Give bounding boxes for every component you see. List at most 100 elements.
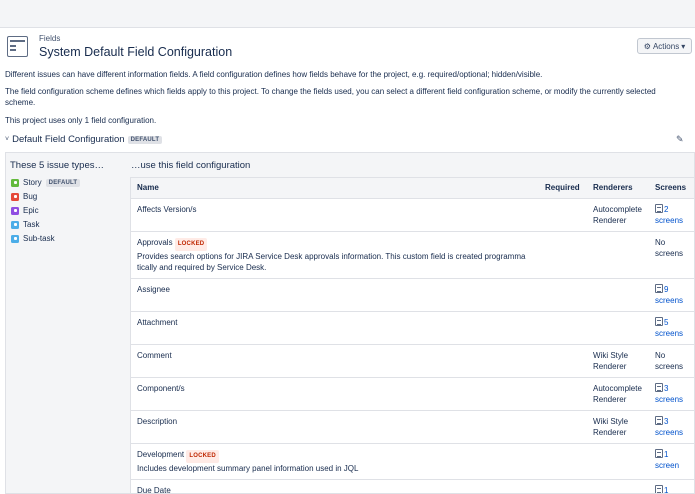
required-cell [539,344,587,378]
table-row: Due Date 1 [131,479,694,494]
required-cell [539,198,587,232]
default-badge: DEFAULT [45,178,81,187]
issue-type-icon [11,206,19,215]
table-row: Approvals LOCKED Provides search options … [131,231,694,279]
page-title: System Default Field Configuration [39,45,233,59]
gear-icon: ⚙ [643,41,651,51]
screens-link[interactable]: 1 screen [655,448,680,470]
screens-count: 3 [664,383,669,393]
table-row: Description Wiki Style Renderer 3 screens [131,410,694,444]
table-row: Attachment 5 screens [131,311,694,345]
screens-cell: No screens [649,344,694,378]
renderer-cell: Wiki Style Renderer [587,410,649,444]
screens-count: 1 [664,485,669,494]
fields-table: Name Required Renderers Screens Affects … [130,177,695,494]
screens-link[interactable]: 1 [655,484,669,494]
field-name: Description [137,416,178,426]
required-cell [539,278,587,312]
screen-icon [655,415,663,425]
top-navigation-bar [0,0,695,28]
field-name-cell: Development LOCKED Includes development s… [131,443,539,480]
field-name-cell: Attachment [131,311,539,345]
column-header-screens: Screens [649,178,694,199]
screens-count: 5 [664,317,669,327]
field-name-cell: Due Date [131,479,539,494]
screens-cell: 1 [649,479,694,494]
field-description: Provides search options for JIRA Service… [137,251,526,272]
screens-count: 9 [664,284,669,294]
issue-type-label: Sub-task [23,234,55,243]
field-description: Includes development summary panel infor… [137,463,359,473]
issue-type-label: Bug [23,192,38,201]
screens-word: screens [655,427,684,437]
screens-link[interactable]: 3 screens [655,382,684,404]
config-heading: …use this field configuration [131,160,251,171]
actions-dropdown-button[interactable]: ⚙ Actions ▾ [637,38,692,54]
renderer-cell: Wiki Style Renderer [587,344,649,378]
table-row: Development LOCKED Includes development s… [131,443,694,480]
required-cell [539,443,587,480]
field-name-cell: Affects Version/s [131,198,539,232]
table-row: Assignee 9 screens [131,278,694,312]
renderer-cell [587,443,649,480]
screens-link[interactable]: 3 screens [655,415,684,437]
screens-link[interactable]: 2 screens [655,203,684,225]
screens-word: screens [655,295,684,305]
description-text: This project uses only 1 field configura… [5,116,157,125]
issue-type-item: Bug [11,192,37,201]
screen-icon [655,484,663,493]
issue-type-item: Epic [11,206,39,215]
field-configuration-icon [7,36,28,57]
no-screens-text: No screens [655,350,684,371]
chevron-down-icon: ˅ [5,136,10,143]
field-name: Assignee [137,284,170,294]
screens-link[interactable]: 9 screens [655,283,684,305]
required-cell [539,311,587,345]
column-header-name: Name [131,178,539,199]
issue-types-heading: These 5 issue types… [10,160,104,171]
screen-icon [655,382,663,392]
renderer-cell [587,231,649,279]
issue-type-item: Task [11,220,39,229]
screens-cell: 3 screens [649,377,694,411]
column-header-required: Required [539,178,587,199]
screens-word: screens [655,394,684,404]
column-header-renderers: Renderers [587,178,649,199]
field-name: Comment [137,350,172,360]
issue-type-label: Task [23,220,40,229]
description-text: The field configuration scheme defines w… [5,87,656,107]
field-configuration-toggle[interactable]: ˅ Default Field Configuration DEFAULT [5,134,163,145]
field-name: Due Date [137,485,171,494]
issue-type-icon [11,192,19,201]
field-name-cell: Description [131,410,539,444]
breadcrumb[interactable]: Fields [39,34,60,43]
issue-type-label: Epic [23,206,39,215]
issue-type-item: Sub-task [11,234,55,243]
renderer-cell [587,311,649,345]
screens-word: screens [655,215,684,225]
screens-cell: 2 screens [649,198,694,232]
table-row: Comment Wiki Style Renderer No screens [131,344,694,378]
field-name: Affects Version/s [137,204,197,214]
locked-badge: LOCKED [174,237,208,251]
screens-word: screen [655,460,680,470]
screens-cell: 1 screen [649,443,694,480]
no-screens-text: No screens [655,237,684,258]
field-name-cell: Assignee [131,278,539,312]
screens-count: 2 [664,204,669,214]
field-name-cell: Approvals LOCKED Provides search options … [131,231,539,279]
field-name: Approvals [137,237,173,247]
table-row: Affects Version/s Autocomplete Renderer 2 s… [131,198,694,232]
chevron-down-icon: ▾ [681,41,686,51]
field-name: Development [137,449,185,459]
screens-cell: 5 screens [649,311,694,345]
renderer-cell [587,278,649,312]
field-name-cell: Component/s [131,377,539,411]
edit-pencil-icon[interactable]: ✎ [676,134,684,145]
screen-icon [655,283,663,293]
default-badge: DEFAULT [127,135,163,144]
screens-cell: 9 screens [649,278,694,312]
screen-icon [655,316,663,326]
screens-link[interactable]: 5 screens [655,316,683,338]
field-name: Component/s [137,383,185,393]
